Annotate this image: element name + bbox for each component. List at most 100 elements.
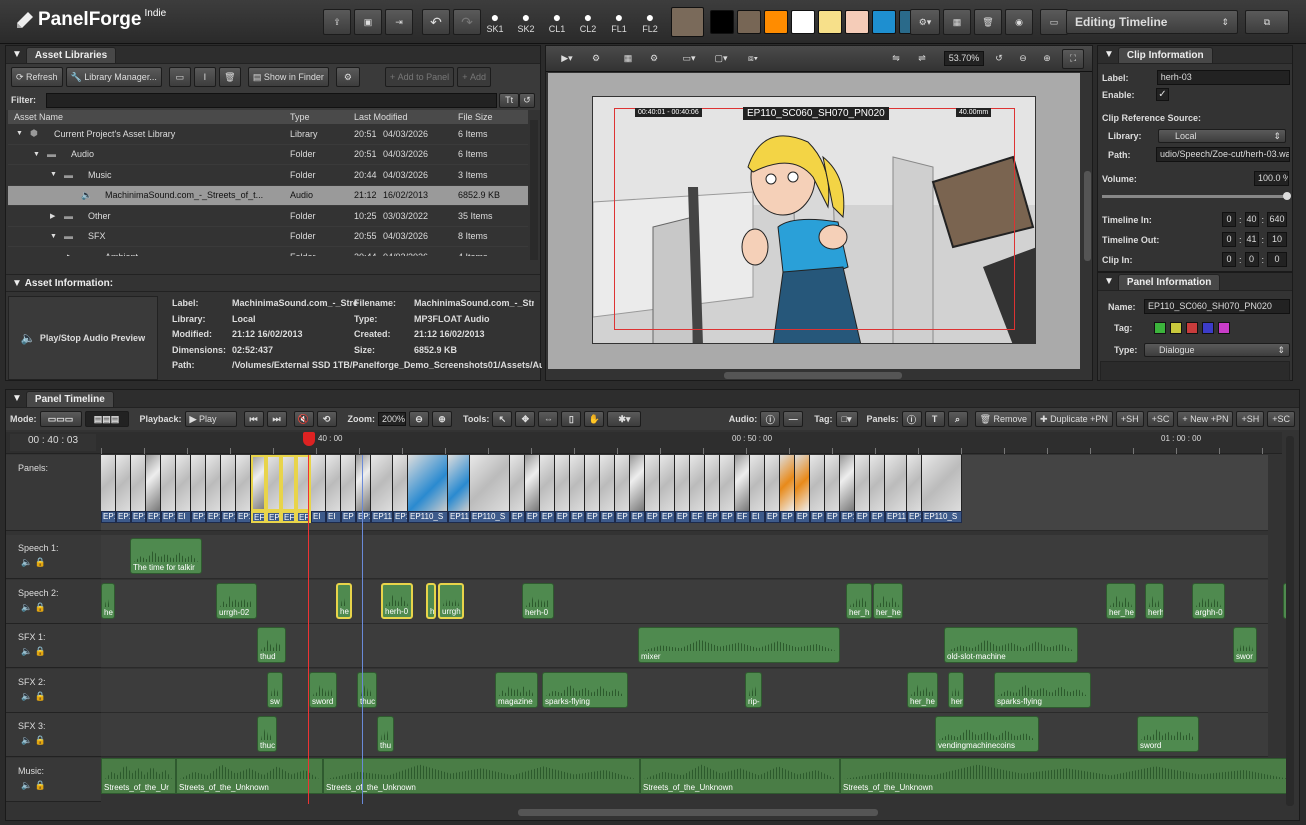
panels-lane[interactable]: EP1EP1EP1EP1EP1EIEP1EP1EP1EP1EFEP1EFEPEI… <box>101 455 1268 531</box>
panel-thumbnail[interactable] <box>615 455 630 511</box>
panel-thumbnail[interactable] <box>922 455 962 511</box>
duplicate-sc-button[interactable]: +SC <box>1146 411 1175 427</box>
clear-filter-button[interactable]: ↺ <box>519 92 535 108</box>
layer-sk1-button[interactable]: ● SK1 <box>480 6 510 38</box>
speech2-clip[interactable]: urrgh <box>438 583 464 619</box>
zoom-in-button[interactable]: ⊕ <box>1038 49 1056 69</box>
current-time-display[interactable]: 00 : 40 : 03 <box>10 434 96 451</box>
loop-button[interactable]: ⟲ <box>316 411 337 427</box>
sfx3-clip[interactable]: sword <box>1137 716 1199 752</box>
timeline-zoom-in-button[interactable]: ⊕ <box>432 411 453 427</box>
sfx2-clip[interactable]: magazine <box>495 672 538 708</box>
add-button[interactable]: + Add <box>457 67 491 87</box>
panel-thumbnail[interactable] <box>645 455 660 511</box>
panel-thumbnail[interactable] <box>870 455 885 511</box>
layer-fl2-button[interactable]: ● FL2 <box>635 6 665 38</box>
layer-cl2-button[interactable]: ● CL2 <box>573 6 603 38</box>
col-type[interactable]: Type <box>290 112 310 122</box>
speech2-lane[interactable]: he urrgh-02 he herh-0 h urrgh herh-0 her_h her_h… <box>101 580 1287 624</box>
volume-knob[interactable] <box>1283 192 1291 200</box>
save-button[interactable]: ▣ <box>354 9 382 35</box>
panel-thumbnail[interactable] <box>371 455 393 511</box>
asset-libraries-tab[interactable]: Asset Libraries <box>25 46 117 63</box>
flip-h-button[interactable]: ⇋ <box>886 49 906 69</box>
asset-scrollbar[interactable] <box>530 120 538 260</box>
timeline-vscroll[interactable] <box>1286 436 1294 806</box>
panel-thumbnail[interactable] <box>236 455 251 511</box>
panel-info-tab[interactable]: Panel Information <box>1117 273 1221 290</box>
asset-row[interactable]: ▼ ▬ Audio Folder 20:51 04/03/2026 6 Items <box>8 144 528 165</box>
tag-swatch[interactable] <box>1170 322 1182 334</box>
panel-thumbnail[interactable] <box>540 455 555 511</box>
timeline-in-field[interactable]: 0 <box>1222 212 1236 227</box>
asset-settings-button[interactable]: ⚙ <box>335 67 360 87</box>
next-button[interactable]: ⏭ <box>266 411 287 427</box>
panel-thumbnail[interactable] <box>393 455 408 511</box>
timeline-in-field[interactable]: 40 <box>1244 212 1259 227</box>
panel-thumbnail[interactable] <box>281 455 296 511</box>
zoom-field[interactable]: 53.70% <box>944 51 984 66</box>
timeline-hscroll[interactable] <box>518 809 878 816</box>
panel-thumbnail[interactable] <box>101 455 116 511</box>
panel-name-input[interactable]: EP110_SC060_SH070_PN020 <box>1144 299 1290 314</box>
col-last-modified[interactable]: Last Modified <box>354 112 408 122</box>
panel-thumbnail[interactable] <box>555 455 570 511</box>
remove-button[interactable]: 🗑 Remove <box>974 411 1033 427</box>
panel-type-select[interactable]: Dialogue ⇕ <box>1144 343 1290 357</box>
sfx2-clip[interactable]: sw <box>267 672 283 708</box>
mode-film-button[interactable]: ▭▭▭ <box>39 411 82 427</box>
path-input[interactable]: udio/Speech/Zoe-cut/herh-03.wav <box>1156 147 1290 162</box>
panel-thumbnail[interactable] <box>408 455 448 511</box>
color-swatch[interactable] <box>872 10 896 34</box>
speech2-clip[interactable]: her_he <box>1106 583 1136 619</box>
trash-button[interactable]: 🗑 <box>974 9 1002 35</box>
asset-row[interactable]: ▼ ▬ Music Folder 20:44 04/03/2026 3 Items <box>8 165 528 186</box>
panel-thumbnail[interactable] <box>470 455 510 511</box>
collapsed-icon[interactable]: ▶ <box>67 253 72 256</box>
clip-in-field[interactable]: 0 <box>1267 252 1288 267</box>
viewer-vscroll[interactable] <box>1084 171 1091 261</box>
timeline-zoom-out-button[interactable]: ⊖ <box>409 411 430 427</box>
music-clip[interactable]: Streets_of_the_Unknown <box>323 758 640 794</box>
show-in-finder-button[interactable]: ▤ Show in Finder <box>247 67 329 87</box>
panel-tool-button[interactable]: ✱▾ <box>607 411 642 427</box>
speaker-icon[interactable]: 🔈 🔒 <box>21 780 46 791</box>
panel-info-button[interactable]: ⓘ <box>901 411 922 427</box>
move-tool-button[interactable]: ✥ <box>515 411 536 427</box>
duplicate-button[interactable]: ✚ Duplicate +PN <box>1035 411 1113 427</box>
viewer-settings-button[interactable]: ⚙ <box>586 49 606 69</box>
asset-row[interactable]: ▶ ▬ Ambient Folder 20:44 04/03/2026 4 Items <box>8 247 528 256</box>
panel-thumbnail[interactable] <box>510 455 525 511</box>
safe-area-button[interactable]: ▢▾ <box>708 49 734 69</box>
speaker-icon[interactable]: 🔈 🔒 <box>21 602 46 613</box>
color-swatch[interactable] <box>737 10 761 34</box>
viewer-canvas[interactable]: 00:40:01 - 00:40:06 EP110_SC060_SH070_PN… <box>548 73 1080 369</box>
workspace-select[interactable]: Editing Timeline ⇕ <box>1066 10 1238 34</box>
window-button[interactable]: ⧉ <box>1245 10 1289 34</box>
audio-preview-button[interactable]: 🔈 Play/Stop Audio Preview <box>8 296 158 380</box>
audio-info-button[interactable]: ⓘ <box>760 411 781 427</box>
sfx1-clip[interactable]: thud <box>257 627 286 663</box>
panel-thumbnail[interactable] <box>356 455 371 511</box>
sfx2-clip[interactable]: her <box>948 672 964 708</box>
sfx2-clip[interactable]: rip- <box>745 672 762 708</box>
mute-button[interactable]: 🔇 <box>293 411 314 427</box>
panel-thumbnail[interactable] <box>251 455 266 511</box>
speech2-clip[interactable]: herh <box>1145 583 1164 619</box>
panel-thumbnail[interactable] <box>810 455 825 511</box>
panel-thumbnail[interactable] <box>765 455 780 511</box>
panel-thumbnail[interactable] <box>795 455 810 511</box>
undo-button[interactable]: ↶ <box>422 9 450 35</box>
panel-thumbnail[interactable] <box>341 455 356 511</box>
panel-thumbnail[interactable] <box>735 455 750 511</box>
tag-swatch[interactable] <box>1186 322 1198 334</box>
col-asset-name[interactable]: Asset Name <box>14 112 63 122</box>
filter-input[interactable] <box>46 92 498 108</box>
select-tool-button[interactable]: ↖ <box>492 411 513 427</box>
panel-thumbnail[interactable] <box>206 455 221 511</box>
panel-thumbnail[interactable] <box>630 455 645 511</box>
panel-thumbnail[interactable] <box>660 455 675 511</box>
panel-thumbnail[interactable] <box>266 455 281 511</box>
volume-input[interactable]: 100.0 % <box>1254 171 1289 186</box>
sfx3-clip[interactable]: vendingmachinecoins <box>935 716 1039 752</box>
